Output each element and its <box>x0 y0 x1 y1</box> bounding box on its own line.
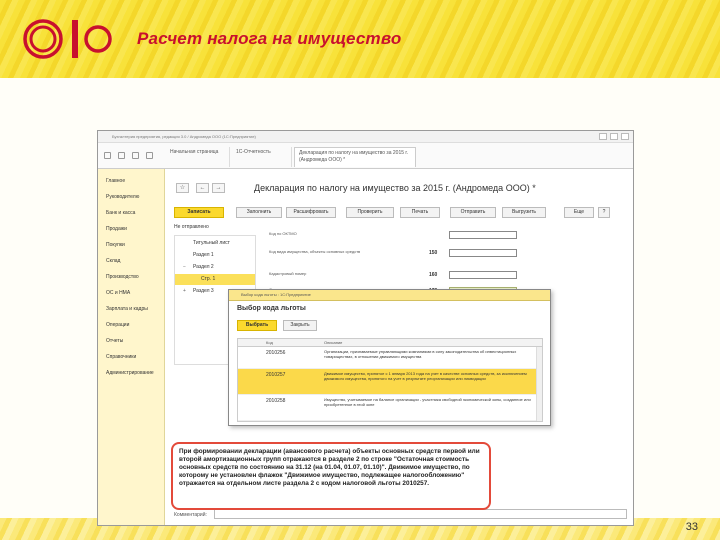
history-icon[interactable] <box>132 152 139 159</box>
sidebar-item-purchases[interactable]: Покупки <box>106 242 125 248</box>
comment-input[interactable] <box>214 509 627 519</box>
tree-item-section-1[interactable]: Раздел 1 <box>175 250 255 261</box>
send-button[interactable]: Отправить <box>450 207 496 218</box>
dialog-close-button[interactable]: Закрыть <box>283 320 317 331</box>
callout-text: При формировании декларации (авансового … <box>179 448 480 487</box>
table-scrollbar[interactable] <box>536 347 542 421</box>
form-row-label: Код по ОКТМО <box>269 231 297 236</box>
record-button[interactable]: Записать <box>174 207 224 218</box>
close-icon[interactable] <box>621 133 629 140</box>
star-icon[interactable]: ☆ <box>176 183 189 193</box>
sidebar-item-salary[interactable]: Зарплата и кадры <box>106 306 148 312</box>
menu-icon[interactable] <box>104 152 111 159</box>
form-field[interactable] <box>449 271 517 279</box>
form-row-code: 160 <box>429 272 438 278</box>
upload-button[interactable]: Выгрузить <box>502 207 546 218</box>
document-title: Декларация по налогу на имущество за 201… <box>254 183 536 193</box>
slide-title: Расчет налога на имущество <box>137 29 402 48</box>
form-row-code: 150 <box>429 250 438 256</box>
sidebar-item-references[interactable]: Справочники <box>106 354 136 360</box>
print-button[interactable]: Печать <box>400 207 440 218</box>
home-icon[interactable] <box>118 152 125 159</box>
tree-item-title-page[interactable]: Титульный лист <box>175 238 255 249</box>
tab-start-page[interactable]: Начальная страница <box>166 147 230 167</box>
benefit-code-dialog: Выбор кода льготы : 1С:Предприятие Выбор… <box>228 289 551 426</box>
sidebar-item-main[interactable]: Главное <box>106 178 125 184</box>
check-button[interactable]: Проверить <box>346 207 394 218</box>
sidebar-item-sales[interactable]: Продажи <box>106 226 127 232</box>
dialog-title: Выбор кода льготы <box>237 305 306 312</box>
form-row-label: Код вида имущества, объекты основных сре… <box>269 249 361 254</box>
fill-button[interactable]: Заполнить <box>236 207 282 218</box>
select-button[interactable]: Выбрать <box>237 320 277 331</box>
comment-label: Комментарий: <box>174 512 207 518</box>
tab-declaration[interactable]: Декларация по налогу на имущество за 201… <box>294 147 416 167</box>
forward-icon[interactable]: → <box>212 183 225 193</box>
tree-item-section-2[interactable]: − Раздел 2 <box>175 262 255 273</box>
app-window: Бухгалтерия предприятия, редакция 3.0 / … <box>97 130 634 526</box>
callout-note: При формировании декларации (авансового … <box>171 442 491 510</box>
form-row-label: Кадастровый номер <box>269 271 307 276</box>
tab-1c-reporting[interactable]: 1С-Отчетность <box>232 147 292 167</box>
sidebar-item-manager[interactable]: Руководителю <box>106 194 139 200</box>
window-titlebar: Бухгалтерия предприятия, редакция 3.0 / … <box>98 131 633 143</box>
table-header: Код Описание <box>238 339 542 347</box>
form-field[interactable] <box>449 231 517 239</box>
sidebar-item-production[interactable]: Производство <box>106 274 139 280</box>
1c-logo <box>23 19 112 59</box>
column-code: Код <box>266 340 273 345</box>
window-title: Бухгалтерия предприятия, редакция 3.0 / … <box>112 134 256 139</box>
sidebar-item-reports[interactable]: Отчеты <box>106 338 123 344</box>
more-button[interactable]: Еще <box>564 207 594 218</box>
sidebar-item-bank[interactable]: Банк и касса <box>106 210 135 216</box>
column-name: Описание <box>324 340 343 345</box>
help-button[interactable]: ? <box>598 207 610 218</box>
tab-bar: Начальная страница 1С-Отчетность Деклара… <box>98 143 633 169</box>
maximize-icon[interactable] <box>610 133 618 140</box>
dialog-titlebar: Выбор кода льготы : 1С:Предприятие <box>229 290 550 301</box>
sidebar-item-admin[interactable]: Администрирование <box>106 370 154 376</box>
status-label: Не отправлено <box>174 224 209 230</box>
sidebar-item-fixed-assets[interactable]: ОС и НМА <box>106 290 130 296</box>
decode-button[interactable]: Расшифровать <box>286 207 336 218</box>
sidebar-item-operations[interactable]: Операции <box>106 322 129 328</box>
page-number: 33 <box>685 521 698 533</box>
form-field[interactable] <box>449 249 517 257</box>
minimize-icon[interactable] <box>599 133 607 140</box>
back-icon[interactable]: ← <box>196 183 209 193</box>
favorites-icon[interactable] <box>146 152 153 159</box>
sidebar: Главное Руководителю Банк и касса Продаж… <box>98 169 165 525</box>
tree-item-page-1[interactable]: Стр. 1 <box>175 274 255 285</box>
table-row[interactable]: 2010256 Организации, признаваемые управл… <box>238 347 542 369</box>
table-row-selected[interactable]: 2010257 Движимое имущество, принятое с 1… <box>238 369 542 395</box>
benefit-code-table: Код Описание 2010256 Организации, призна… <box>237 338 543 422</box>
table-row[interactable]: 2010258 Имущество, учитываемое на баланс… <box>238 395 542 421</box>
sidebar-item-warehouse[interactable]: Склад <box>106 258 120 264</box>
